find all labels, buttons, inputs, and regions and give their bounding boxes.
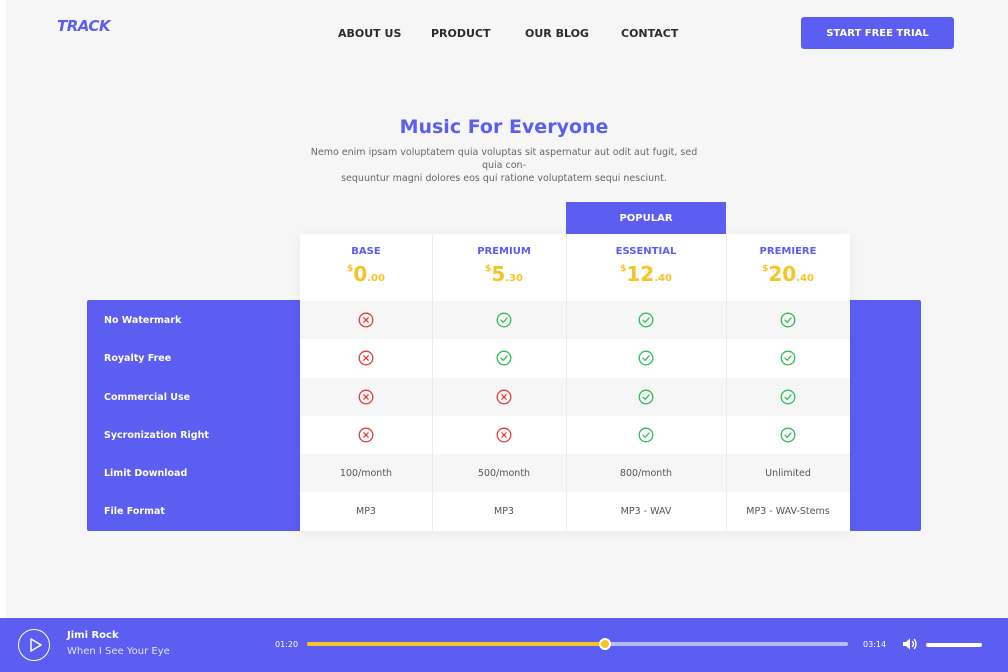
cross-icon — [358, 427, 374, 443]
table-cell — [316, 378, 416, 416]
page-title: Music For Everyone — [399, 116, 609, 138]
table-cell: MP3 — [494, 505, 514, 517]
table-cell: 100/month — [339, 467, 393, 479]
table-cell — [596, 301, 696, 339]
table-cell — [738, 416, 838, 454]
nav-about-us[interactable]: ABOUT US — [338, 27, 401, 40]
progress-bar[interactable] — [307, 638, 848, 650]
price-cur: $ — [620, 264, 627, 274]
price-int: 20 — [768, 262, 797, 286]
feature-label: Commercial Use — [104, 391, 191, 403]
elapsed-time: 01:20 — [275, 640, 299, 649]
table-cell: Unlimited — [765, 467, 811, 479]
logo[interactable]: TRACK — [57, 17, 111, 35]
plan-name: BASE — [351, 246, 381, 257]
table-cell — [596, 416, 696, 454]
cross-icon — [358, 389, 374, 405]
plan-price: $12.40 — [596, 262, 696, 286]
feature-label: Sycronization Right — [104, 429, 209, 441]
check-icon — [638, 312, 654, 328]
track-name: When I See Your Eye — [67, 646, 170, 657]
nav-product[interactable]: PRODUCT — [431, 27, 491, 40]
plan-price: $20.40 — [738, 262, 838, 286]
table-cell: 800/month — [619, 467, 673, 479]
play-icon — [30, 638, 42, 652]
volume-icon[interactable] — [902, 637, 918, 651]
plan-name: PREMIERE — [759, 246, 817, 257]
table-cell — [316, 301, 416, 339]
check-icon — [638, 389, 654, 405]
table-cell — [316, 339, 416, 377]
plan-price: $5.30 — [454, 262, 554, 286]
column-divider — [432, 234, 433, 531]
feature-label: File Format — [104, 505, 165, 517]
nav-our-blog[interactable]: OUR BLOG — [525, 27, 589, 40]
price-cur: $ — [347, 264, 354, 274]
check-icon — [638, 427, 654, 443]
volume-slider[interactable] — [926, 643, 982, 647]
cross-icon — [496, 427, 512, 443]
table-cell — [454, 301, 554, 339]
check-icon — [496, 312, 512, 328]
check-icon — [780, 350, 796, 366]
page-subtitle: Nemo enim ipsam voluptatem quia voluptas… — [300, 146, 708, 185]
plan-name: PREMIUM — [477, 246, 531, 257]
check-icon — [780, 427, 796, 443]
plan-name: ESSENTIAL — [615, 246, 677, 257]
price-cur: $ — [485, 264, 492, 274]
plan-price: $0.00 — [316, 262, 416, 286]
table-cell: 500/month — [477, 467, 531, 479]
price-cur: $ — [762, 264, 769, 274]
price-dec: .00 — [367, 273, 385, 284]
price-int: 5 — [491, 262, 506, 286]
cross-icon — [358, 312, 374, 328]
cross-icon — [496, 389, 512, 405]
start-free-trial-button[interactable]: START FREE TRIAL — [801, 17, 954, 49]
duration-time: 03:14 — [863, 640, 887, 649]
feature-label: No Watermark — [104, 314, 182, 326]
check-icon — [496, 350, 512, 366]
subtitle-line-1: Nemo enim ipsam voluptatem quia voluptas… — [310, 147, 698, 171]
table-cell — [738, 339, 838, 377]
nav-contact[interactable]: CONTACT — [621, 27, 678, 40]
feature-label: Limit Download — [104, 467, 188, 479]
table-cell: MP3 - WAV — [620, 505, 672, 517]
table-cell — [738, 378, 838, 416]
check-icon — [780, 389, 796, 405]
price-int: 0 — [353, 262, 368, 286]
column-divider — [726, 234, 727, 531]
table-cell — [596, 339, 696, 377]
price-dec: .40 — [796, 273, 814, 284]
table-cell — [454, 339, 554, 377]
table-cell: MP3 — [356, 505, 376, 517]
cross-icon — [358, 350, 374, 366]
price-dec: .30 — [505, 273, 523, 284]
table-cell — [454, 416, 554, 454]
price-int: 12 — [626, 262, 655, 286]
table-cell — [596, 378, 696, 416]
check-icon — [780, 312, 796, 328]
popular-badge: POPULAR — [566, 202, 726, 234]
subtitle-line-2: sequuntur magni dolores eos qui ratione … — [341, 173, 667, 184]
artist-name: Jimi Rock — [67, 630, 119, 641]
table-cell — [454, 378, 554, 416]
progress-handle[interactable] — [598, 638, 611, 650]
table-cell: MP3 - WAV-Stems — [746, 505, 830, 517]
price-dec: .40 — [654, 273, 672, 284]
feature-label: Royalty Free — [104, 352, 172, 364]
play-button[interactable] — [18, 629, 50, 661]
table-cell — [738, 301, 838, 339]
table-cell — [316, 416, 416, 454]
column-divider — [566, 234, 567, 531]
progress-fill — [307, 642, 605, 646]
check-icon — [638, 350, 654, 366]
audio-player: Jimi Rock When I See Your Eye 01:20 03:1… — [0, 618, 1008, 672]
